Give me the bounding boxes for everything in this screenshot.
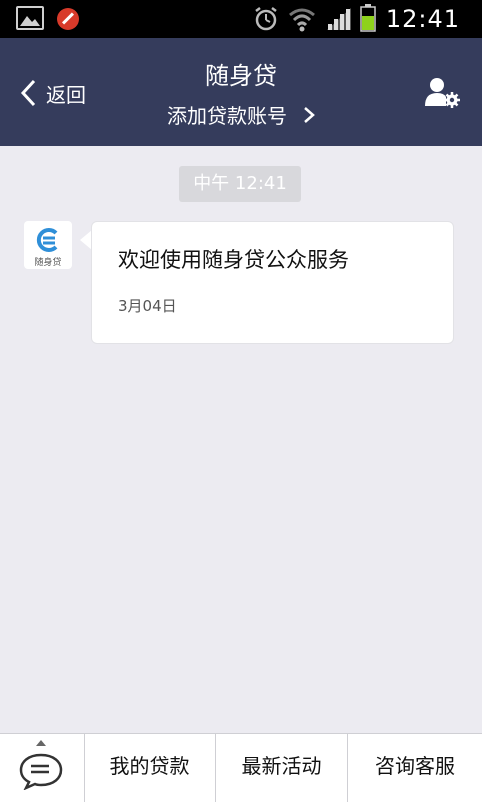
wifi-icon: [289, 8, 315, 32]
add-loan-account-link[interactable]: 添加贷款账号: [0, 100, 482, 129]
chevron-right-icon: [304, 106, 315, 123]
status-bar: 12:41: [0, 0, 482, 38]
alarm-icon: [255, 7, 277, 31]
message-text: 欢迎使用随身贷公众服务: [118, 248, 349, 272]
battery-icon: [360, 4, 376, 32]
header: 返回 随身贷 添加贷款账号: [0, 38, 482, 146]
message-date: 3月04日: [118, 297, 177, 315]
signal-icon: [327, 8, 351, 30]
avatar[interactable]: 随身贷: [24, 221, 72, 269]
keyboard-chat-icon: [19, 753, 63, 790]
add-loan-account-label: 添加贷款账号: [167, 104, 287, 128]
message-bubble[interactable]: 欢迎使用随身贷公众服务 3月04日: [91, 221, 454, 344]
message-time-chip: 中午 12:41: [179, 166, 301, 202]
suishendai-logo-icon: [36, 228, 58, 252]
caret-up-icon: [36, 740, 46, 746]
menu-my-loans[interactable]: 我的贷款: [84, 734, 216, 802]
status-time: 12:41: [385, 5, 460, 33]
keyboard-toggle-button[interactable]: [0, 734, 85, 802]
gallery-icon: [16, 6, 44, 30]
avatar-label: 随身贷: [34, 258, 62, 268]
bottom-menu-bar: 我的贷款 最新活动 咨询客服: [0, 733, 482, 802]
page-title: 随身贷: [205, 62, 277, 90]
menu-latest-activities[interactable]: 最新活动: [216, 734, 348, 802]
user-settings-icon[interactable]: [424, 76, 460, 108]
blocked-icon: [57, 8, 79, 30]
menu-customer-service[interactable]: 咨询客服: [348, 734, 482, 802]
